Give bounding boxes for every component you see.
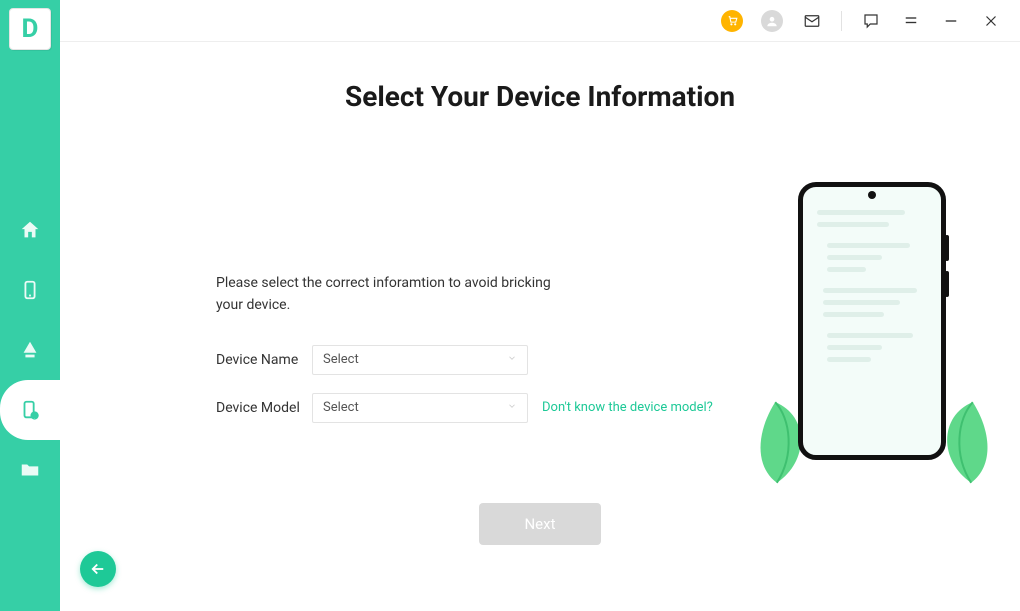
next-button[interactable]: Next xyxy=(479,503,601,545)
back-button[interactable] xyxy=(80,551,116,587)
cloud-icon xyxy=(19,339,41,361)
home-icon xyxy=(19,219,41,241)
row-device-model: Device Model Select Don't know the devic… xyxy=(216,393,736,423)
select-device-model[interactable]: Select xyxy=(312,393,528,423)
row-device-name: Device Name Select xyxy=(216,345,736,375)
phone-icon xyxy=(19,279,41,301)
select-device-name[interactable]: Select xyxy=(312,345,528,375)
menu-button[interactable] xyxy=(900,10,922,32)
chat-icon xyxy=(862,12,880,30)
sidebar-item-folder[interactable] xyxy=(0,440,60,500)
minimize-icon xyxy=(942,12,960,30)
form-instruction: Please select the correct inforamtion to… xyxy=(216,272,576,317)
feedback-button[interactable] xyxy=(860,10,882,32)
sidebar: D ! xyxy=(0,0,60,611)
app-logo: D xyxy=(9,8,51,50)
sidebar-item-home[interactable] xyxy=(0,200,60,260)
folder-icon xyxy=(19,459,41,481)
titlebar xyxy=(60,0,1020,42)
cart-button[interactable] xyxy=(721,10,743,32)
select-device-name-value: Select xyxy=(323,352,359,367)
sidebar-item-cloud[interactable] xyxy=(0,320,60,380)
mail-button[interactable] xyxy=(801,10,823,32)
menu-icon xyxy=(902,12,920,30)
arrow-left-icon xyxy=(89,560,107,578)
page-title: Select Your Device Information xyxy=(60,80,1020,113)
minimize-button[interactable] xyxy=(940,10,962,32)
device-model-help-link[interactable]: Don't know the device model? xyxy=(542,400,713,415)
profile-button[interactable] xyxy=(761,10,783,32)
label-device-model: Device Model xyxy=(216,400,312,416)
titlebar-divider xyxy=(841,11,842,31)
close-button[interactable] xyxy=(980,10,1002,32)
profile-icon xyxy=(761,10,783,32)
close-icon xyxy=(982,12,1000,30)
cart-icon xyxy=(721,10,743,32)
label-device-name: Device Name xyxy=(216,352,312,368)
mail-icon xyxy=(803,12,821,30)
chevron-down-icon xyxy=(507,400,517,415)
phone-alert-icon: ! xyxy=(19,399,41,421)
sidebar-item-phone[interactable] xyxy=(0,260,60,320)
select-device-model-value: Select xyxy=(323,400,359,415)
svg-text:!: ! xyxy=(34,412,36,420)
phone-frame-icon xyxy=(798,182,946,460)
chevron-down-icon xyxy=(507,352,517,367)
device-form: Please select the correct inforamtion to… xyxy=(216,272,736,441)
sidebar-item-recover[interactable]: ! xyxy=(0,380,60,440)
content-area: Select Your Device Information Please se… xyxy=(60,42,1020,611)
device-illustration xyxy=(764,182,984,482)
